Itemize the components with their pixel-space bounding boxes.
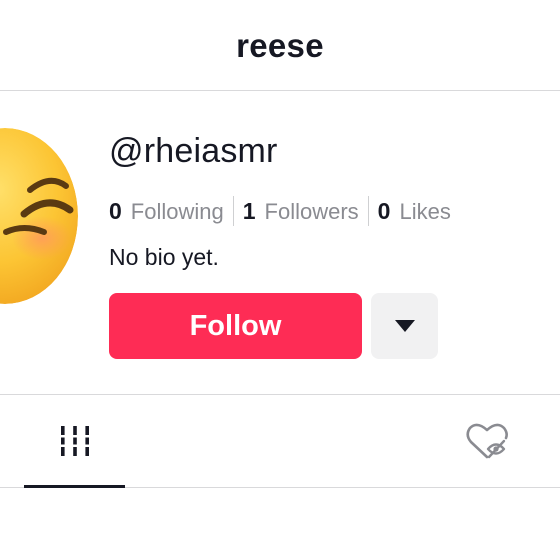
stat-divider <box>367 196 369 226</box>
hidden-heart-icon <box>466 423 508 459</box>
profile-username: @rheiasmr <box>109 132 278 170</box>
profile-bio: No bio yet. <box>109 244 219 270</box>
active-tab-underline <box>24 485 125 488</box>
likes-label: Likes <box>399 198 451 224</box>
stat-divider <box>232 196 234 226</box>
more-options-button[interactable] <box>371 293 438 359</box>
video-grid-icon <box>60 426 89 456</box>
top-bar: reese <box>0 0 560 91</box>
tab-liked[interactable] <box>440 395 536 487</box>
profile-tabs <box>0 394 560 488</box>
profile-page: reese @rheiasmr 0 Following 1 Followers … <box>0 0 560 560</box>
followers-count: 1 <box>242 197 256 224</box>
smiling-emoji-avatar-icon <box>0 128 78 304</box>
stat-following[interactable]: 0 Following <box>109 198 224 225</box>
tab-videos[interactable] <box>24 395 125 488</box>
stat-likes: 0 Likes <box>378 198 451 225</box>
follow-button[interactable]: Follow <box>109 293 362 359</box>
profile-stats: 0 Following 1 Followers 0 Likes <box>109 193 451 229</box>
followers-label: Followers <box>264 198 359 224</box>
following-count: 0 <box>109 197 122 224</box>
stat-followers[interactable]: 1 Followers <box>243 198 359 225</box>
following-label: Following <box>130 198 224 224</box>
page-title: reese <box>236 27 324 64</box>
avatar[interactable] <box>0 128 78 304</box>
likes-count: 0 <box>377 197 391 224</box>
caret-down-icon <box>394 320 415 332</box>
